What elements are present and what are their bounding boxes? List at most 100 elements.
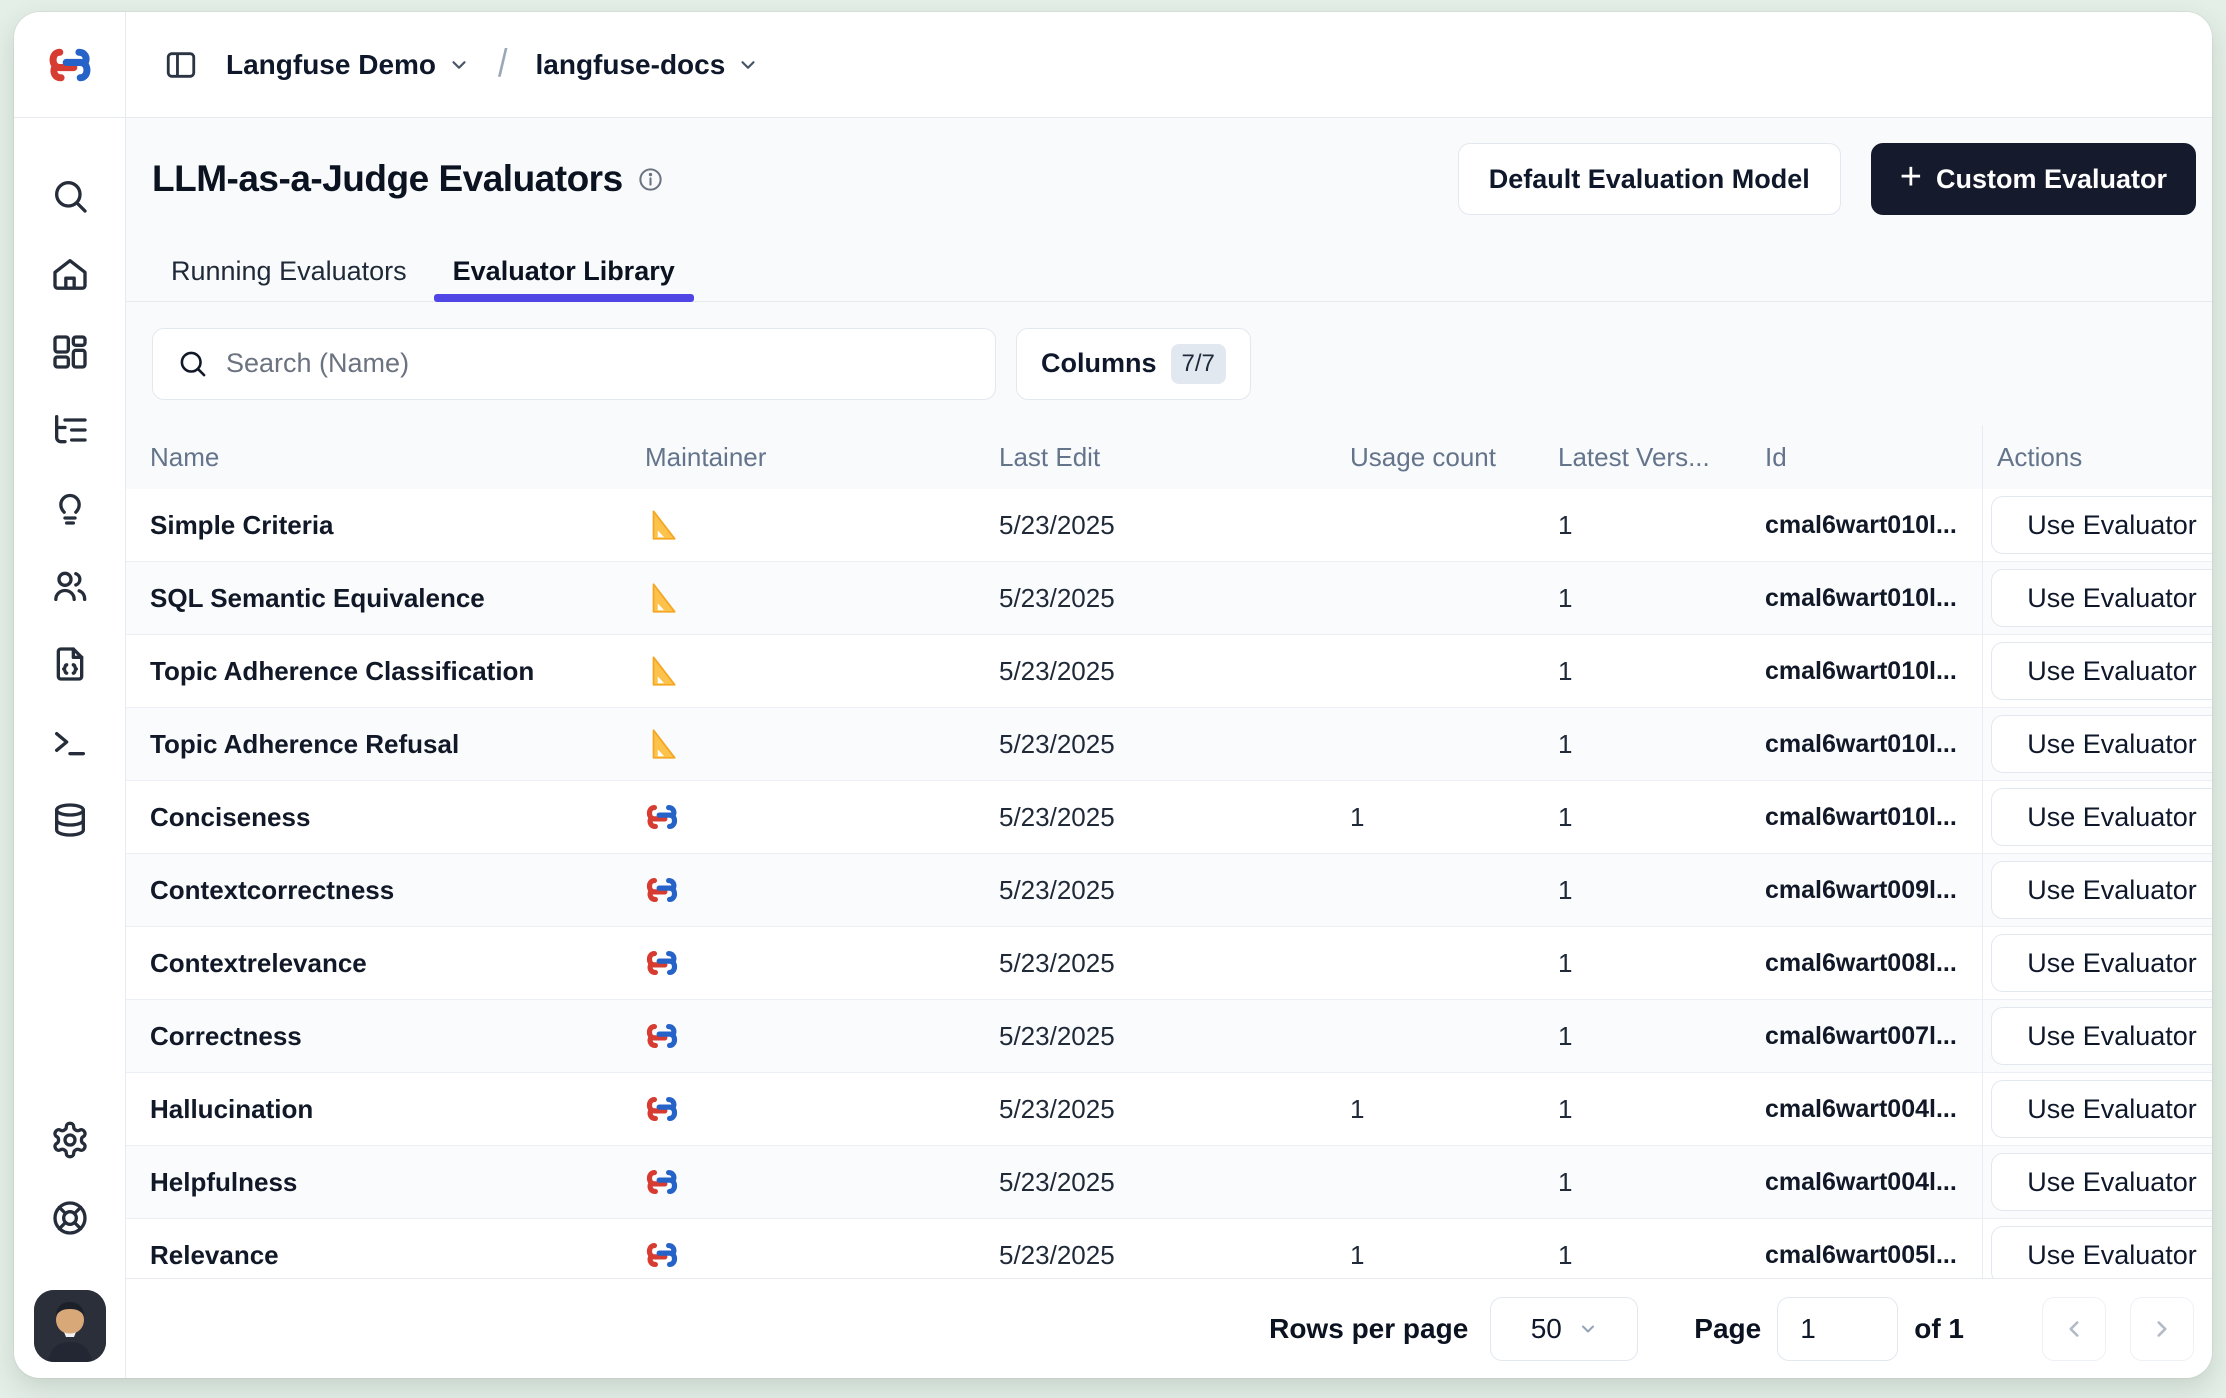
table-body: Simple Criteria 5/23/2025 1 cmal6wart010… — [126, 489, 2212, 1278]
breadcrumb-separator: / — [490, 42, 515, 87]
latest-version-value: 1 — [1558, 656, 1753, 687]
sidebar-item-home[interactable] — [42, 246, 98, 302]
rows-per-page-select[interactable]: 50 — [1490, 1297, 1638, 1361]
evaluator-id: cmal6wart010l... — [1753, 657, 1982, 686]
sidebar-item-dashboards[interactable] — [42, 324, 98, 380]
last-edit-date: 5/23/2025 — [999, 1240, 1350, 1271]
default-evaluation-model-button[interactable]: Default Evaluation Model — [1458, 143, 1841, 215]
table-row[interactable]: Topic Adherence Classification 5/23/2025… — [126, 635, 2212, 708]
project-switcher[interactable]: langfuse-docs — [525, 41, 769, 89]
last-edit-date: 5/23/2025 — [999, 729, 1350, 760]
last-edit-date: 5/23/2025 — [999, 1021, 1350, 1052]
custom-evaluator-button[interactable]: + Custom Evaluator — [1871, 143, 2196, 215]
tab-running-evaluators[interactable]: Running Evaluators — [152, 240, 426, 302]
chevron-down-icon — [1578, 1319, 1598, 1339]
sidebar-item-support[interactable] — [42, 1190, 98, 1246]
use-evaluator-button[interactable]: Use Evaluator — [1991, 1226, 2212, 1278]
table-row[interactable]: Contextrelevance 5/23/2025 1 cmal6wart00… — [126, 927, 2212, 1000]
table-row[interactable]: Contextcorrectness 5/23/2025 1 cmal6wart… — [126, 854, 2212, 927]
search-icon — [50, 176, 90, 216]
table-row[interactable]: Conciseness 5/23/2025 1 1 cmal6wart010l.… — [126, 781, 2212, 854]
use-evaluator-button[interactable]: Use Evaluator — [1991, 642, 2212, 700]
sidebar-toggle-button[interactable] — [156, 40, 206, 90]
table-row[interactable]: Topic Adherence Refusal 5/23/2025 1 cmal… — [126, 708, 2212, 781]
use-evaluator-button[interactable]: Use Evaluator — [1991, 788, 2212, 846]
latest-version-value: 1 — [1558, 1094, 1753, 1125]
column-header-maintainer: Maintainer — [645, 442, 999, 473]
last-edit-date: 5/23/2025 — [999, 948, 1350, 979]
use-evaluator-button[interactable]: Use Evaluator — [1991, 1153, 2212, 1211]
evaluator-name: Contextrelevance — [150, 948, 367, 978]
rows-per-page-label: Rows per page — [1269, 1313, 1468, 1345]
column-header-id: Id — [1753, 442, 1982, 473]
evaluator-name: SQL Semantic Equivalence — [150, 583, 485, 613]
table-row[interactable]: Correctness 5/23/2025 1 cmal6wart007l...… — [126, 1000, 2212, 1073]
breadcrumb: Langfuse Demo / langfuse-docs — [126, 12, 2212, 117]
columns-button[interactable]: Columns 7/7 — [1016, 328, 1251, 400]
use-evaluator-button[interactable]: Use Evaluator — [1991, 715, 2212, 773]
prompts-file-icon — [50, 644, 90, 684]
evaluator-id: cmal6wart008l... — [1753, 949, 1982, 978]
sidebar-item-users[interactable] — [42, 558, 98, 614]
table-header-row: Name Maintainer Last Edit Usage count La… — [126, 425, 2212, 489]
langfuse-maintainer-icon — [645, 800, 999, 834]
langfuse-logo-icon — [47, 42, 93, 88]
use-evaluator-button[interactable]: Use Evaluator — [1991, 934, 2212, 992]
lightbulb-icon — [50, 488, 90, 528]
table-row[interactable]: Helpfulness 5/23/2025 1 cmal6wart004l...… — [126, 1146, 2212, 1219]
use-evaluator-button[interactable]: Use Evaluator — [1991, 1080, 2212, 1138]
previous-page-button[interactable] — [2042, 1297, 2106, 1361]
use-evaluator-button[interactable]: Use Evaluator — [1991, 496, 2212, 554]
latest-version-value: 1 — [1558, 510, 1753, 541]
org-name: Langfuse Demo — [226, 49, 436, 81]
sidebar-item-evaluation[interactable] — [42, 480, 98, 536]
column-header-actions: Actions — [1982, 425, 2212, 489]
table-row[interactable]: Relevance 5/23/2025 1 1 cmal6wart005l...… — [126, 1219, 2212, 1278]
evaluators-table: Name Maintainer Last Edit Usage count La… — [126, 425, 2212, 1278]
gear-icon — [50, 1120, 90, 1160]
page-number-input[interactable] — [1777, 1297, 1898, 1361]
search-input[interactable] — [226, 348, 971, 379]
column-header-last-edit: Last Edit — [999, 442, 1350, 473]
last-edit-date: 5/23/2025 — [999, 656, 1350, 687]
main-content: LLM-as-a-Judge Evaluators Default Evalua… — [126, 118, 2212, 1378]
table-row[interactable]: SQL Semantic Equivalence 5/23/2025 1 cma… — [126, 562, 2212, 635]
sidebar-item-prompts[interactable] — [42, 636, 98, 692]
use-evaluator-button[interactable]: Use Evaluator — [1991, 1007, 2212, 1065]
latest-version-value: 1 — [1558, 1021, 1753, 1052]
latest-version-value: 1 — [1558, 583, 1753, 614]
triangular-ruler-icon — [645, 727, 999, 761]
table-row[interactable]: Hallucination 5/23/2025 1 1 cmal6wart004… — [126, 1073, 2212, 1146]
evaluator-name: Conciseness — [150, 802, 310, 832]
sidebar-item-tracing[interactable] — [42, 402, 98, 458]
sidebar-item-datasets[interactable] — [42, 792, 98, 848]
use-evaluator-button[interactable]: Use Evaluator — [1991, 569, 2212, 627]
database-icon — [50, 800, 90, 840]
org-switcher[interactable]: Langfuse Demo — [216, 41, 480, 89]
evaluator-id: cmal6wart007l... — [1753, 1022, 1982, 1051]
langfuse-maintainer-icon — [645, 1019, 999, 1053]
evaluator-name: Hallucination — [150, 1094, 313, 1124]
tabs: Running Evaluators Evaluator Library — [126, 240, 2212, 302]
project-name: langfuse-docs — [535, 49, 725, 81]
sidebar-item-playground[interactable] — [42, 714, 98, 770]
app-window: Langfuse Demo / langfuse-docs — [14, 12, 2212, 1378]
column-header-latest-version: Latest Vers... — [1558, 442, 1753, 473]
evaluator-name: Simple Criteria — [150, 510, 334, 540]
sidebar-bottom — [34, 1112, 106, 1378]
user-avatar[interactable] — [34, 1290, 106, 1362]
sidebar-item-search[interactable] — [42, 168, 98, 224]
table-row[interactable]: Simple Criteria 5/23/2025 1 cmal6wart010… — [126, 489, 2212, 562]
dashboards-icon — [50, 332, 90, 372]
latest-version-value: 1 — [1558, 1167, 1753, 1198]
page-total-label: of 1 — [1914, 1313, 1964, 1345]
langfuse-maintainer-icon — [645, 1165, 999, 1199]
info-icon[interactable] — [637, 166, 664, 193]
next-page-button[interactable] — [2130, 1297, 2194, 1361]
sidebar-item-settings[interactable] — [42, 1112, 98, 1168]
langfuse-maintainer-icon — [645, 1092, 999, 1126]
use-evaluator-button[interactable]: Use Evaluator — [1991, 861, 2212, 919]
tab-evaluator-library[interactable]: Evaluator Library — [434, 240, 694, 302]
home-icon — [50, 254, 90, 294]
users-icon — [50, 566, 90, 606]
